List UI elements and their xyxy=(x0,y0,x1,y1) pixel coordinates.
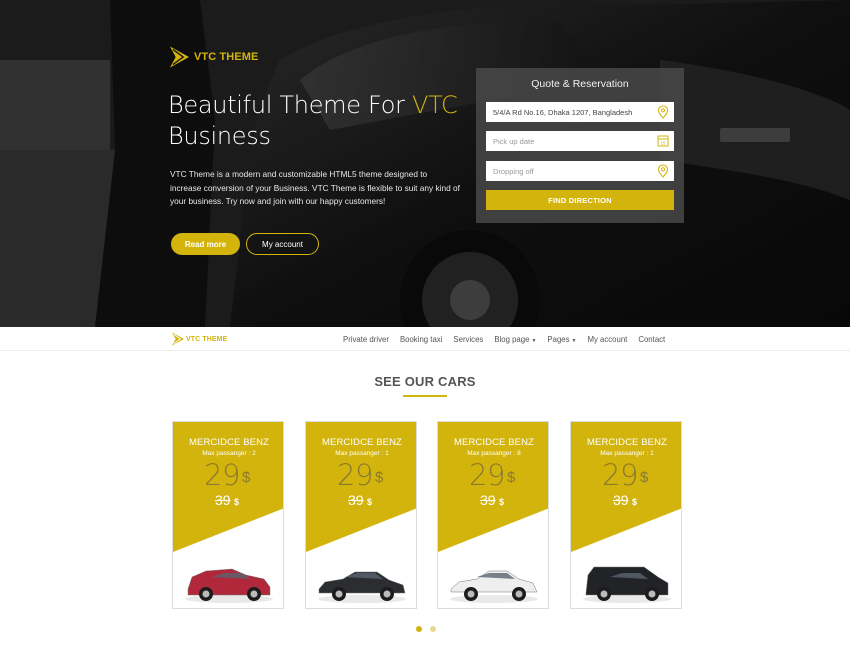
pickup-date-input[interactable]: Pick up date 15 xyxy=(486,131,674,151)
nav-item-services[interactable]: Services xyxy=(453,335,483,344)
nav-item-label: Pages xyxy=(547,334,570,344)
nav-item-pages[interactable]: Pages ▼ xyxy=(547,335,576,344)
car-image xyxy=(450,570,538,603)
nav-brand-logo[interactable]: VTC THEME xyxy=(172,332,227,346)
nav-item-booking-taxi[interactable]: Booking taxi xyxy=(400,335,442,344)
location-pin-icon[interactable] xyxy=(657,164,669,178)
car-name: MERCIDCE BENZ xyxy=(587,437,667,448)
car-image xyxy=(185,568,273,603)
nav-item-private-driver[interactable]: Private driver xyxy=(343,335,389,344)
car-passengers: Max passanger : 1 xyxy=(600,450,654,457)
nav-brand-name: VTC THEME xyxy=(186,335,228,343)
hero-title-accent: VTC xyxy=(411,91,458,119)
nav-item-label: Blog page xyxy=(494,334,530,344)
car-price: 29 xyxy=(204,458,240,492)
carousel-dots xyxy=(416,626,436,632)
car-card[interactable]: MERCIDCE BENZ Max passanger : 1 29 $39 $ xyxy=(305,421,417,609)
caret-down-icon: ▼ xyxy=(531,337,537,344)
main-navbar: VTC THEME Private driver Booking taxi Serv… xyxy=(0,327,850,351)
hero-title-end: Business xyxy=(168,122,271,150)
hero-title: Beautiful Theme For VTC Business xyxy=(168,90,468,152)
car-old-price: 39 xyxy=(215,492,231,508)
carousel-dot[interactable] xyxy=(430,626,436,632)
car-old-price-currency: $ xyxy=(499,497,505,507)
car-image xyxy=(318,571,406,603)
hero-description: VTC Theme is a modern and customizable H… xyxy=(170,169,460,206)
car-price: 29 xyxy=(602,458,638,492)
car-old-price: 39 xyxy=(348,492,364,508)
calendar-icon-day: 15 xyxy=(660,141,666,146)
read-more-button[interactable]: Read more xyxy=(171,233,240,255)
car-card[interactable]: MERCIDCE BENZ Max passanger : 8 29 $39 $ xyxy=(437,421,549,609)
quote-reservation-form: Quote & Reservation 5/4/A Rd No.16, Dhak… xyxy=(476,68,684,223)
car-passengers: Max passanger : 2 xyxy=(202,450,256,457)
caret-down-icon: ▼ xyxy=(571,337,577,344)
find-direction-button[interactable]: FIND DIRECTION xyxy=(486,190,674,210)
nav-item-blog-page[interactable]: Blog page ▼ xyxy=(494,335,536,344)
car-old-price: 39 xyxy=(480,492,496,508)
pickup-placeholder: Pick up date xyxy=(493,136,535,146)
dropoff-input[interactable]: Dropping off xyxy=(486,161,674,181)
car-price-currency: $ xyxy=(242,469,251,486)
nav-item-label: Services xyxy=(453,334,484,344)
car-price-currency: $ xyxy=(640,469,649,486)
car-card[interactable]: MERCIDCE BENZ Max passanger : 1 29 $39 $ xyxy=(570,421,682,609)
dropoff-placeholder: Dropping off xyxy=(493,166,534,176)
nav-item-my-account[interactable]: My account xyxy=(587,335,627,344)
nav-menu: Private driver Booking taxi Services Blog p… xyxy=(343,327,676,351)
brand-chevron-icon xyxy=(172,332,184,346)
section-title-underline xyxy=(403,395,447,397)
calendar-icon[interactable]: 15 xyxy=(657,134,669,148)
hero-title-main: Beautiful Theme For xyxy=(168,91,412,119)
car-price: 29 xyxy=(469,458,505,492)
nav-item-label: Booking taxi xyxy=(399,334,443,344)
car-name: MERCIDCE BENZ xyxy=(454,437,534,448)
nav-item-label: Contact xyxy=(638,334,666,344)
location-pin-icon[interactable] xyxy=(657,105,669,119)
carousel-dot[interactable] xyxy=(416,626,422,632)
car-old-price-currency: $ xyxy=(367,497,373,507)
brand-name: VTC THEME xyxy=(194,51,259,63)
hero-section: VTC THEME Beautiful Theme For VTC Busines… xyxy=(0,0,850,327)
car-price-currency: $ xyxy=(375,469,384,486)
car-passengers: Max passanger : 8 xyxy=(467,450,521,457)
address-input[interactable]: 5/4/A Rd No.16, Dhaka 1207, Bangladesh xyxy=(486,102,674,122)
car-card[interactable]: MERCIDCE BENZ Max passanger : 2 29 $39 $ xyxy=(172,421,284,609)
section-title: SEE OUR CARS xyxy=(374,374,476,389)
hero-overlay xyxy=(0,0,850,327)
nav-item-contact[interactable]: Contact xyxy=(638,335,665,344)
car-passengers: Max passanger : 1 xyxy=(335,450,389,457)
car-old-price-currency: $ xyxy=(632,497,638,507)
car-price: 29 xyxy=(337,458,373,492)
car-name: MERCIDCE BENZ xyxy=(322,437,402,448)
nav-item-label: My account xyxy=(587,334,628,344)
car-name: MERCIDCE BENZ xyxy=(189,437,269,448)
car-image xyxy=(583,566,671,603)
car-old-price: 39 xyxy=(613,492,629,508)
car-old-price-currency: $ xyxy=(234,497,240,507)
nav-item-label: Private driver xyxy=(343,334,389,344)
car-price-currency: $ xyxy=(507,469,516,486)
brand-chevron-icon xyxy=(170,46,189,68)
my-account-button[interactable]: My account xyxy=(246,233,319,255)
address-value: 5/4/A Rd No.16, Dhaka 1207, Bangladesh xyxy=(493,107,633,117)
brand-logo[interactable]: VTC THEME xyxy=(170,46,258,68)
quote-title: Quote & Reservation xyxy=(531,78,629,90)
